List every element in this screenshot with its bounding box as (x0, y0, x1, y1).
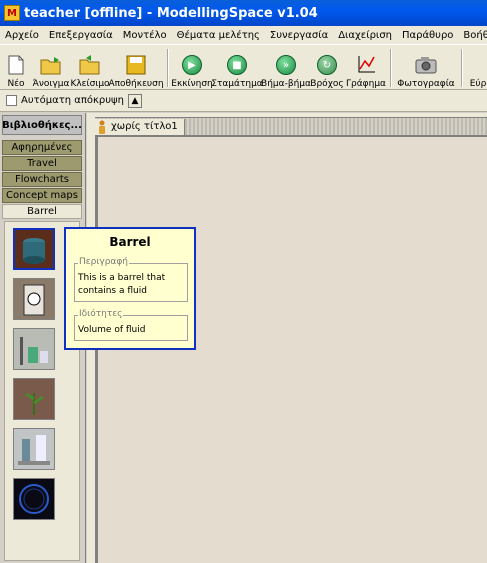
save-icon (125, 54, 147, 76)
menu-collaboration[interactable]: Συνεργασία (265, 30, 333, 41)
autohide-checkbox[interactable] (6, 95, 17, 106)
toolbar-separator (461, 49, 463, 87)
document-tabbar: χωρίς τίτλο1 (95, 117, 487, 135)
tooltip-title: Barrel (109, 235, 151, 249)
pipe-icon (14, 429, 54, 469)
close-folder-icon (79, 54, 101, 76)
toolbar-separator (390, 49, 392, 87)
step-button[interactable]: » Βήμα-βήμα (261, 47, 311, 89)
close-button[interactable]: Κλείσιμο (70, 47, 110, 89)
app-icon: M (4, 5, 20, 21)
library-tab-travel[interactable]: Travel (2, 156, 82, 171)
library-tab-concept-maps[interactable]: Concept maps (2, 188, 82, 203)
play-icon: ▶ (181, 54, 203, 76)
open-folder-icon (40, 54, 62, 76)
menu-window[interactable]: Παράθυρο (397, 30, 458, 41)
barrel-object[interactable] (13, 228, 55, 270)
menu-file[interactable]: Αρχείο (0, 30, 44, 41)
clock-object[interactable] (13, 278, 55, 320)
graph-icon (355, 54, 377, 76)
loop-button[interactable]: ↻ Βρόχος (310, 47, 344, 89)
person-icon (99, 120, 105, 134)
lab-equipment-icon (14, 329, 54, 369)
library-tab-barrel[interactable]: Barrel (2, 204, 82, 219)
menu-edit[interactable]: Επεξεργασία (44, 30, 118, 41)
title-bar: M teacher [offline] - ModellingSpace v1.… (0, 0, 487, 26)
barrel-icon (15, 230, 53, 268)
camera-icon (415, 54, 437, 76)
main-toolbar: Νέο Άνοιγμα Κλείσιμο Αποθήκευση ▶ Εκκίνη… (0, 44, 487, 90)
run-button[interactable]: ▶ Εκκίνηση (171, 47, 213, 89)
library-header[interactable]: Βιβλιοθήκες... (2, 115, 82, 135)
ring-icon (14, 479, 54, 519)
menu-management[interactable]: Διαχείριση (333, 30, 397, 41)
ring-object[interactable] (13, 478, 55, 520)
lab-setup-object[interactable] (13, 328, 55, 370)
toolbar-separator (167, 49, 169, 87)
menu-topics[interactable]: Θέματα μελέτης (172, 30, 265, 41)
menu-model[interactable]: Μοντέλο (118, 30, 172, 41)
properties-group: Ιδιότητες Volume of fluid (74, 309, 188, 341)
window-title: teacher [offline] - ModellingSpace v1.04 (24, 5, 318, 21)
stop-button[interactable]: ■ Σταμάτημα (211, 47, 263, 89)
library-tab-flowcharts[interactable]: Flowcharts (2, 172, 82, 187)
plant-icon (14, 379, 54, 419)
menu-help[interactable]: Βοήθεια (458, 30, 487, 41)
description-group: Περιγραφή This is a barrel that contains… (74, 257, 188, 302)
graph-button[interactable]: Γράφημα (346, 47, 386, 89)
description-text: This is a barrel that contains a fluid (78, 273, 166, 296)
autohide-label: Αυτόματη απόκρυψη (21, 95, 124, 106)
library-tab-abstract[interactable]: Αφηρημένες (2, 140, 82, 155)
properties-text: Volume of fluid (78, 325, 146, 335)
document-tab[interactable]: χωρίς τίτλο1 (95, 118, 185, 135)
plant-object[interactable] (13, 378, 55, 420)
photo-button[interactable]: Φωτογραφία (396, 47, 456, 89)
object-tooltip: Barrel Περιγραφή This is a barrel that c… (64, 227, 196, 350)
description-label: Περιγραφή (78, 257, 130, 267)
more-button[interactable]: Εύρ (466, 47, 487, 89)
stop-icon: ■ (226, 54, 248, 76)
menu-bar: Αρχείο Επεξεργασία Μοντέλο Θέματα μελέτη… (0, 26, 487, 44)
collapse-up-icon[interactable]: ▲ (127, 93, 142, 108)
open-button[interactable]: Άνοιγμα (32, 47, 70, 89)
clock-icon (14, 279, 54, 319)
secondary-toolbar: Αυτόματη απόκρυψη ▲ (0, 90, 487, 112)
zoom-icon (467, 54, 487, 76)
new-file-icon (5, 54, 27, 76)
pipe-setup-object[interactable] (13, 428, 55, 470)
loop-icon: ↻ (316, 54, 338, 76)
step-forward-icon: » (275, 54, 297, 76)
properties-label: Ιδιότητες (78, 309, 124, 319)
new-button[interactable]: Νέο (4, 47, 28, 89)
save-button[interactable]: Αποθήκευση (108, 47, 164, 89)
